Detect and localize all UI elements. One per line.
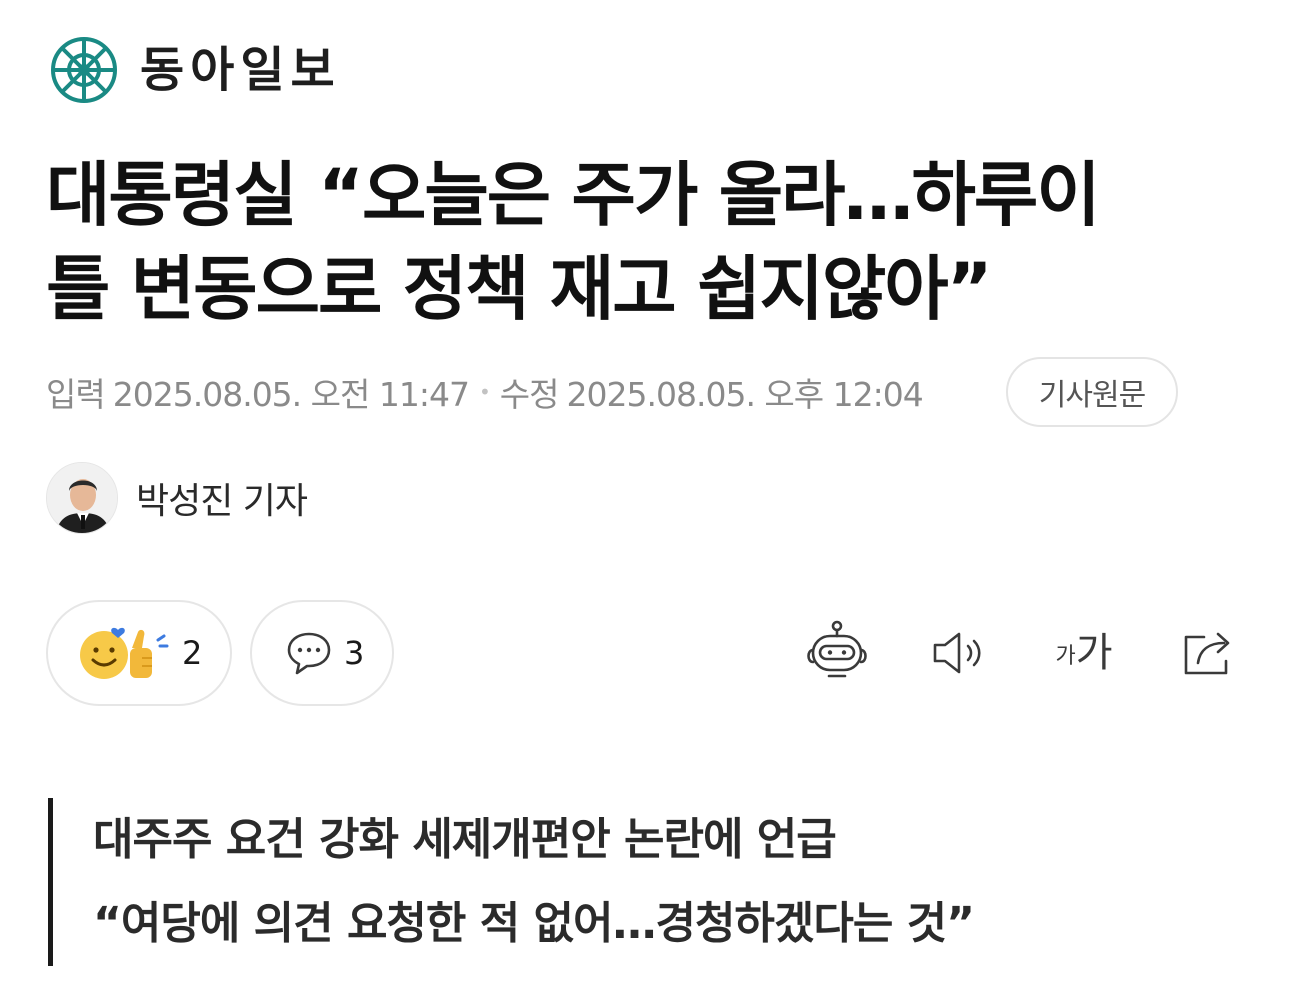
donga-emblem-icon	[51, 37, 117, 103]
subheadline-line-2: “여당에 의견 요청한 적 없어…경청하겠다는 것”	[93, 898, 975, 949]
reporter-avatar	[46, 462, 118, 534]
font-small-label: 가	[1055, 644, 1076, 669]
share-icon	[1184, 632, 1230, 675]
reaction-button[interactable]: 2	[46, 600, 232, 706]
masthead-name: 동아일보	[140, 42, 341, 98]
subheadline-line-1: 대주주 요건 강화 세제개편안 논란에 언급	[93, 814, 837, 865]
article-subheadline: 대주주 요건 강화 세제개편안 논란에 언급 “여당에 의견 요청한 적 없어……	[48, 798, 975, 966]
reaction-icon	[80, 627, 169, 679]
article-headline: 대통령실 “오늘은 주가 올라…하루이 틀 변동으로 정책 재고 쉽지않아”	[46, 148, 1246, 336]
headline-line-1: 대통령실 “오늘은 주가 올라…하루이	[46, 154, 1101, 236]
font-large-label: 가	[1075, 630, 1113, 676]
published-date: 2025.08.05. 오전 11:47	[112, 375, 470, 414]
ai-summary-icon	[807, 620, 867, 678]
reporter-name: 박성진 기자	[136, 481, 308, 522]
reaction-count: 2	[182, 634, 203, 672]
font-size-button[interactable]: 가 가	[1044, 618, 1124, 688]
byline[interactable]: 박성진 기자	[46, 462, 308, 534]
font-size-icon: 가 가	[1055, 632, 1112, 674]
comment-icon	[287, 632, 331, 675]
ai-summary-button[interactable]	[802, 618, 872, 688]
article-dates: 입력 2025.08.05. 오전 11:47 • 수정 2025.08.05.…	[46, 360, 924, 424]
share-button[interactable]	[1174, 618, 1244, 688]
modified-label: 수정	[499, 375, 560, 414]
source-article-button[interactable]: 기사원문	[1006, 357, 1178, 427]
audio-button[interactable]	[924, 618, 994, 688]
comment-count: 3	[344, 634, 365, 672]
masthead-logo[interactable]: 동아일보	[48, 34, 341, 106]
audio-icon	[933, 632, 981, 674]
published-label: 입력	[46, 375, 106, 414]
modified-date: 2025.08.05. 오후 12:04	[566, 375, 924, 414]
headline-line-2: 틀 변동으로 정책 재고 쉽지않아”	[46, 248, 993, 330]
separator-dot: •	[478, 380, 491, 404]
comment-button[interactable]: 3	[250, 600, 394, 706]
